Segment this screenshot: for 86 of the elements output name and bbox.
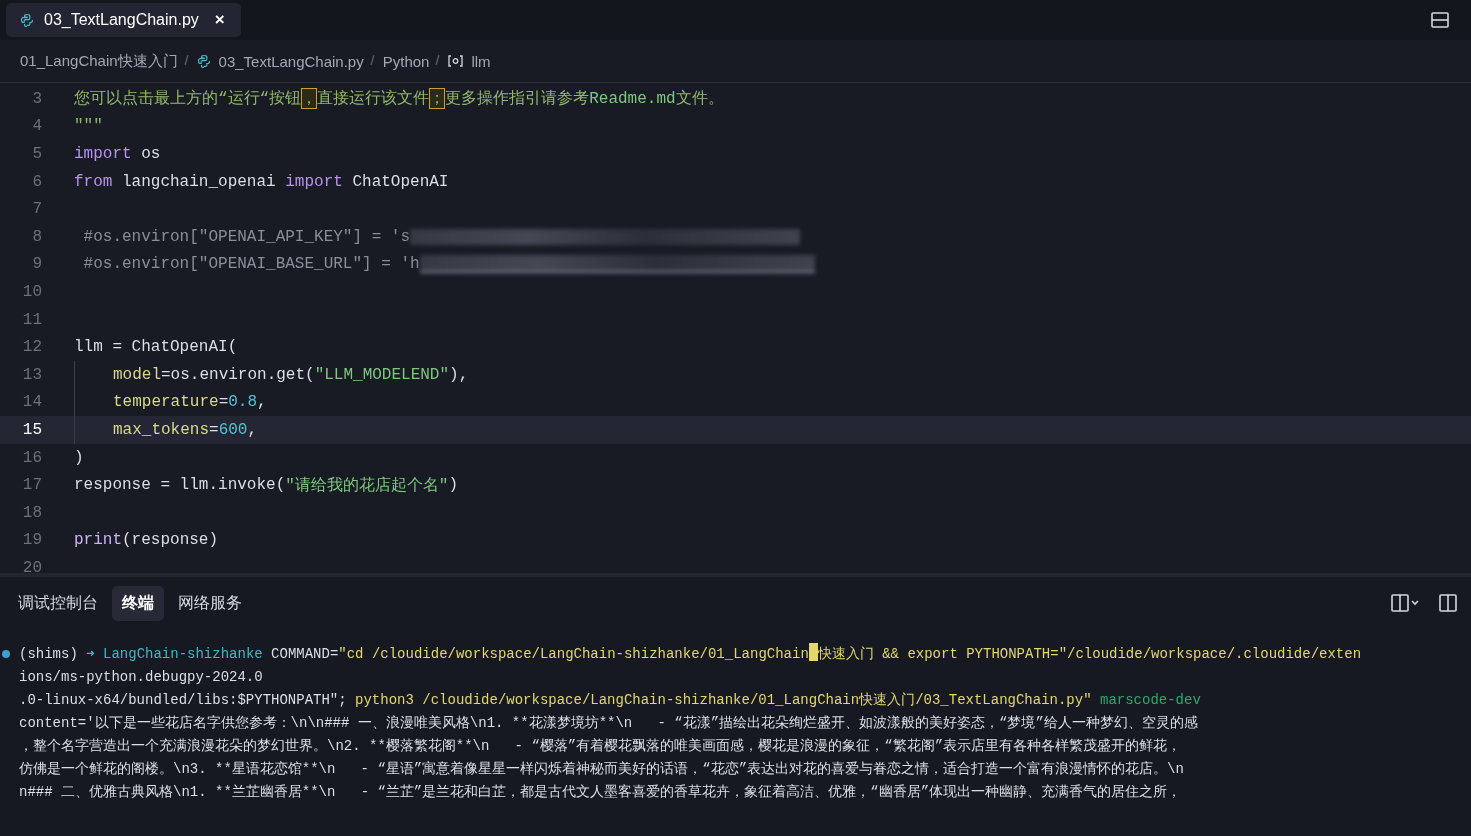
code-token: ) — [74, 448, 84, 467]
line-number: 9 — [31, 255, 43, 274]
line-number: 3 — [31, 89, 43, 108]
terminal-text: ➜ — [86, 646, 95, 662]
code-token: 更多操作指引请参考 — [445, 89, 590, 110]
slash-separator-icon — [435, 53, 441, 66]
code-token: Readme.md — [589, 89, 676, 108]
code-token: os — [140, 145, 161, 163]
code-token: langchain_openai — [121, 172, 277, 191]
line-number: 17 — [21, 476, 43, 495]
code-token: """ — [74, 117, 103, 136]
split-dropdown-icon[interactable] — [1391, 594, 1421, 612]
code-token: , — [247, 420, 258, 439]
terminal-text: ，整个名字营造出一个充满浪漫花朵的梦幻世界。\n2. **樱落繁花阁**\n - “樱落”有着樱花飘落的唯美画面感，樱花是浪漫的象征，“繁花阁”表示店里有各种各样繁茂盛开的鲜花， — [19, 738, 1182, 754]
terminal-text: ions/ms-python.debugpy-2024.0 — [19, 669, 263, 685]
terminal-cursor — [808, 643, 818, 661]
code-token: "LLM_MODELEND" — [314, 365, 450, 384]
line-number: 16 — [21, 448, 43, 467]
line-number: 12 — [21, 338, 43, 357]
code-token: 您可以点击最上方的“运行“按钮 — [74, 88, 302, 110]
code-token: =os.environ.get( — [161, 365, 315, 384]
line-number: 4 — [31, 117, 43, 136]
slash-separator-icon — [369, 53, 375, 66]
line-number: 14 — [21, 393, 43, 412]
code-token: from — [74, 172, 113, 191]
code-token: ChatOpenAI — [351, 172, 449, 191]
code-token: 直接运行该文件 — [317, 88, 430, 110]
code-token: import — [285, 172, 343, 191]
symbol-icon — [448, 55, 464, 67]
python-file-icon — [196, 54, 211, 68]
slash-separator-icon — [183, 53, 189, 66]
panel-tab[interactable]: 终端 — [112, 585, 164, 621]
code-token: print — [74, 531, 122, 550]
line-number: 20 — [21, 558, 43, 573]
terminal-text: content='以下是一些花店名字供您参考：\n\n### 一、浪漫唯美风格\n1. **花漾梦境坊**\n - “花漾”描绘出花朵绚烂盛开、如波漾般的美好姿态，“梦境”给人一种梦幻、空灵的感 — [19, 715, 1198, 731]
breadcrumb-item[interactable]: Python — [382, 52, 430, 70]
code-token: #os.environ["OPENAI_API_KEY"] = 's — [82, 227, 411, 246]
code-token: , — [257, 393, 267, 412]
code-token: ), — [449, 365, 469, 384]
line-number: 10 — [21, 282, 43, 301]
line-number: 8 — [31, 227, 43, 246]
code-token: import — [74, 145, 132, 163]
ambiguous-character-highlight: ， — [301, 88, 318, 110]
code-token: model — [113, 365, 161, 384]
code-token: 0.8 — [228, 393, 258, 412]
code-token: llm = ChatOpenAI( — [74, 338, 238, 357]
line-number: 19 — [21, 531, 43, 550]
code-token: 600 — [218, 420, 248, 439]
code-token: response = llm.invoke( — [74, 476, 286, 495]
code-token: max_tokens — [113, 420, 209, 439]
code-token: 文件。 — [675, 88, 724, 110]
terminal-text: LangChain-shizhanke — [102, 646, 263, 662]
code-token: = — [218, 393, 229, 412]
breadcrumb-item[interactable]: 01_LangChain快速入门 — [20, 51, 178, 71]
terminal-text: n### 二、优雅古典风格\n1. **兰芷幽香居**\n - “兰芷”是兰花和白芷，都是古代文人墨客喜爱的香草花卉，象征着高洁、优雅，“幽香居”体现出一种幽静、充满香气的居住之所， — [19, 784, 1182, 800]
terminal-text: python3 /cloudide/workspace/LangChain-shizhanke/01_LangChain快速入门/03_TextLangChain.py" — [355, 692, 1092, 708]
editor-tab[interactable]: 03_TextLangChain.py × — [6, 3, 241, 37]
line-number: 6 — [31, 172, 43, 191]
line-number: 11 — [21, 310, 43, 329]
python-file-icon — [20, 13, 34, 27]
breadcrumb-item[interactable]: llm — [448, 52, 491, 70]
terminal-text: 仿佛是一个鲜花的阁楼。\n3. **星语花恋馆**\n - “星语”寓意着像星星一样闪烁着神秘而美好的话语，“花恋”表达出对花的喜爱与眷恋之情，适合打造一个富有浪漫情怀的花店。\n — [19, 761, 1184, 777]
panel-tab[interactable]: 调试控制台 — [8, 585, 108, 621]
panel-tab[interactable]: 网络服务 — [168, 585, 252, 621]
terminal-text: COMMAND= — [270, 646, 339, 662]
code-token: #os.environ["OPENAI_BASE_URL"] = 'h — [82, 255, 420, 274]
line-number: 18 — [21, 503, 43, 522]
terminal-text: (shims) — [19, 646, 79, 662]
code-token: ) — [448, 476, 459, 495]
close-icon[interactable]: × — [214, 10, 225, 30]
line-number: 5 — [31, 145, 43, 163]
terminal-text: .0-linux-x64/bundled/libs:$PYTHONPATH"; — [19, 692, 348, 708]
ambiguous-character-highlight: ； — [429, 88, 446, 110]
panel-layout-icon[interactable] — [1439, 594, 1457, 612]
code-token: "请给我的花店起个名" — [285, 475, 449, 496]
line-number: 7 — [31, 200, 43, 219]
breadcrumb-item[interactable]: 03_TextLangChain.py — [196, 52, 364, 70]
split-layout-icon[interactable] — [1431, 12, 1449, 28]
terminal-text: "cd /cloudide/workspace/LangChain-shizhanke/01_LangChain — [338, 646, 809, 662]
code-token: = — [209, 420, 219, 439]
line-number: 13 — [21, 365, 43, 384]
code-token: temperature — [113, 393, 219, 412]
line-number: 15 — [21, 420, 43, 439]
code-token: (response) — [122, 531, 219, 550]
terminal-text: 快速入门 && export PYTHONPATH="/cloudide/workspace/.cloudide/exten — [817, 646, 1362, 662]
terminal-text: marscode-dev — [1098, 692, 1201, 708]
